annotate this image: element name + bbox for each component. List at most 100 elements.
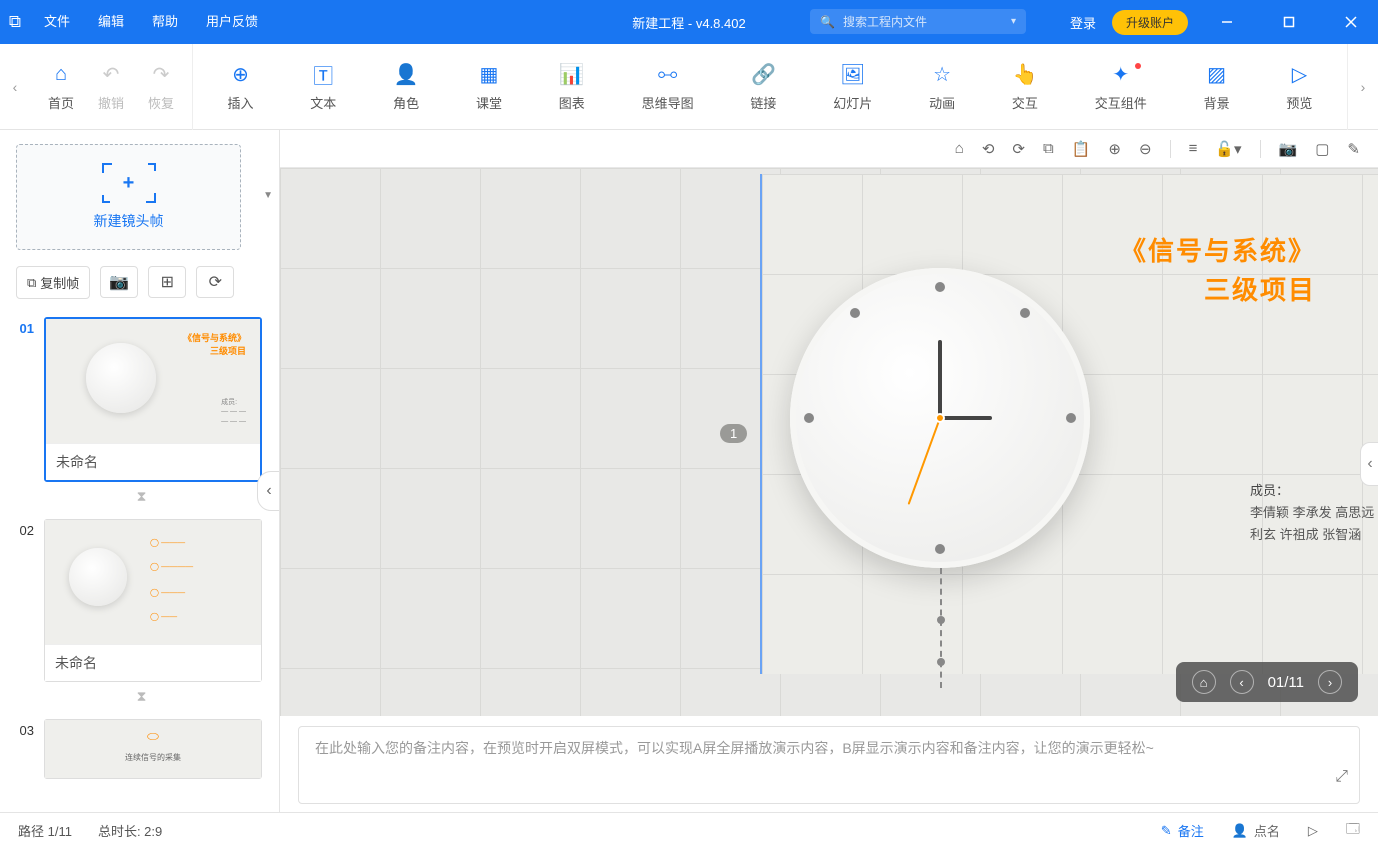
chart-icon: 📊 bbox=[559, 61, 585, 87]
notes-textarea[interactable]: 在此处输入您的备注内容，在预览时开启双屏模式，可以实现A屏全屏播放演示内容，B屏… bbox=[298, 726, 1360, 804]
keyframe-corners-icon: + bbox=[102, 163, 156, 203]
upgrade-button[interactable]: 升级账户 bbox=[1112, 10, 1188, 35]
slide-item-1[interactable]: 01 《信号与系统》三级项目 成员:— — —— — — 未命名 bbox=[16, 317, 267, 482]
tb-interact[interactable]: 👆交互 bbox=[1000, 61, 1050, 112]
menu-feedback[interactable]: 用户反馈 bbox=[192, 0, 272, 44]
menu-help[interactable]: 帮助 bbox=[138, 0, 192, 44]
slide-label: 未命名 bbox=[46, 443, 260, 480]
slides-list: 01 《信号与系统》三级项目 成员:— — —— — — 未命名 ⧗ 02 bbox=[16, 317, 267, 812]
sidebar-actions: ⧉复制帧 📷 ⊞ ⟳ bbox=[16, 266, 267, 299]
sidebar-collapse-button[interactable]: ‹ bbox=[257, 471, 280, 511]
notes-panel: 在此处输入您的备注内容，在预览时开启双屏模式，可以实现A屏全屏播放演示内容，B屏… bbox=[280, 716, 1378, 812]
status-roll-button[interactable]: 👤点名 bbox=[1232, 821, 1280, 840]
ct-copy-icon[interactable]: ⧉ bbox=[1043, 140, 1054, 157]
ct-paste-icon[interactable]: 📋 bbox=[1072, 140, 1091, 158]
search-icon: 🔍 bbox=[820, 15, 835, 29]
tb-class[interactable]: ▦课堂 bbox=[464, 61, 514, 112]
menu-file[interactable]: 文件 bbox=[30, 0, 84, 44]
copy-frame-button[interactable]: ⧉复制帧 bbox=[16, 266, 90, 299]
ct-redo2-icon[interactable]: ⟳ bbox=[1012, 140, 1025, 158]
path-line bbox=[940, 568, 942, 688]
status-path: 路径 1/11 bbox=[18, 821, 72, 840]
main-area: + 新建镜头帧 ▼ ⧉复制帧 📷 ⊞ ⟳ 01 《信号与系统》三级项目 成员:—… bbox=[0, 130, 1378, 812]
slideshow-icon: 🖼 bbox=[840, 61, 866, 87]
tb-chart[interactable]: 📊图表 bbox=[547, 61, 597, 112]
nav-prev-button[interactable]: ‹ bbox=[1230, 670, 1254, 694]
slide-num: 02 bbox=[16, 519, 34, 538]
toolbar-scroll-left[interactable]: ‹ bbox=[0, 44, 30, 130]
tb-preview[interactable]: ▷预览 bbox=[1274, 61, 1324, 112]
minimize-button[interactable] bbox=[1204, 0, 1250, 44]
status-notes-button[interactable]: ✎备注 bbox=[1161, 821, 1204, 840]
canvas-column: ⌂ ⟲ ⟳ ⧉ 📋 ⊕ ⊖ ≡ 🔓▾ 📷 ▢ ✎ bbox=[280, 130, 1378, 812]
link-icon: 🔗 bbox=[750, 61, 776, 87]
login-link[interactable]: 登录 bbox=[1070, 13, 1096, 32]
tb-bg[interactable]: ▨背景 bbox=[1192, 61, 1242, 112]
tb-anim[interactable]: ☆动画 bbox=[917, 61, 967, 112]
slide-thumb: ⬭ 连续信号的采集 bbox=[44, 719, 262, 779]
text-icon: 🅃 bbox=[310, 61, 336, 87]
camera-button[interactable]: 📷 bbox=[100, 266, 138, 298]
slide-label: 未命名 bbox=[45, 644, 261, 681]
tb-role[interactable]: 👤角色 bbox=[381, 61, 431, 112]
menu-edit[interactable]: 编辑 bbox=[84, 0, 138, 44]
canvas[interactable]: 《信号与系统》 三级项目 成员： 李倩颖 李承发 高思远 利玄 许祖成 张智涵 … bbox=[280, 168, 1378, 716]
maximize-button[interactable] bbox=[1266, 0, 1312, 44]
slide-title[interactable]: 《信号与系统》 三级项目 bbox=[1120, 232, 1316, 310]
canvas-nav: ⌂ ‹ 01/11 › bbox=[1176, 662, 1358, 702]
ct-align-icon[interactable]: ≡ bbox=[1189, 140, 1198, 157]
qr-button[interactable]: ⊞ bbox=[148, 266, 186, 298]
titlebar: ⧉ 文件 编辑 帮助 用户反馈 新建工程 - v4.8.402 🔍 搜索工程内文… bbox=[0, 0, 1378, 44]
slide-item-3[interactable]: 03 ⬭ 连续信号的采集 bbox=[16, 719, 267, 779]
new-keyframe-label: 新建镜头帧 bbox=[94, 211, 164, 231]
status-present-button[interactable]: 🗔 bbox=[1346, 820, 1360, 842]
redo-icon: ↷ bbox=[148, 61, 174, 87]
tb-mindmap[interactable]: ⧟思维导图 bbox=[630, 61, 706, 112]
mindmap-icon: ⧟ bbox=[655, 61, 681, 87]
path-index-badge[interactable]: 1 bbox=[720, 424, 747, 443]
components-icon: ✦ bbox=[1108, 61, 1134, 87]
tb-text[interactable]: 🅃文本 bbox=[298, 61, 348, 112]
ct-undo2-icon[interactable]: ⟲ bbox=[982, 140, 995, 158]
sidebar: + 新建镜头帧 ▼ ⧉复制帧 📷 ⊞ ⟳ 01 《信号与系统》三级项目 成员:—… bbox=[0, 130, 280, 812]
slide-item-2[interactable]: 02 ◯ ——— ◯ ———— ◯ ——— ◯ —— 未命名 bbox=[16, 519, 267, 682]
home-icon: ⌂ bbox=[48, 61, 74, 87]
nav-next-button[interactable]: › bbox=[1318, 670, 1342, 694]
clock-graphic[interactable] bbox=[790, 268, 1090, 568]
canvas-toolbar: ⌂ ⟲ ⟳ ⧉ 📋 ⊕ ⊖ ≡ 🔓▾ 📷 ▢ ✎ bbox=[280, 130, 1378, 168]
hourglass-icon: ⧗ bbox=[16, 488, 267, 505]
nav-home-button[interactable]: ⌂ bbox=[1192, 670, 1216, 694]
tb-link[interactable]: 🔗链接 bbox=[738, 61, 788, 112]
right-panel-toggle[interactable]: ‹ bbox=[1360, 442, 1378, 486]
ct-zoom-in-icon[interactable]: ⊕ bbox=[1108, 140, 1121, 158]
tb-components[interactable]: ✦交互组件 bbox=[1083, 61, 1159, 112]
ct-lock-icon[interactable]: 🔓▾ bbox=[1215, 140, 1241, 158]
main-menu: 文件 编辑 帮助 用户反馈 bbox=[30, 0, 272, 44]
toolbar-scroll-right[interactable]: › bbox=[1348, 44, 1378, 130]
slide-num: 03 bbox=[16, 719, 34, 738]
tb-insert[interactable]: ⊕插入 bbox=[215, 61, 265, 112]
tb-home[interactable]: ⌂首页 bbox=[36, 61, 86, 112]
new-keyframe-button[interactable]: + 新建镜头帧 bbox=[16, 144, 241, 250]
search-input[interactable]: 🔍 搜索工程内文件 bbox=[810, 9, 1026, 34]
keyframe-dropdown[interactable]: ▼ bbox=[263, 190, 273, 201]
tb-slideshow[interactable]: 🖼幻灯片 bbox=[821, 61, 884, 112]
ct-fit-icon[interactable]: ▢ bbox=[1315, 140, 1329, 158]
interact-icon: 👆 bbox=[1012, 61, 1038, 87]
close-button[interactable] bbox=[1328, 0, 1374, 44]
preview-icon: ▷ bbox=[1286, 61, 1312, 87]
person-icon: 👤 bbox=[1232, 823, 1248, 839]
undo-icon: ↶ bbox=[98, 61, 124, 87]
path-button[interactable]: ⟳ bbox=[196, 266, 234, 298]
document-title: 新建工程 - v4.8.402 bbox=[632, 13, 745, 32]
ct-home-icon[interactable]: ⌂ bbox=[955, 140, 964, 157]
notify-dot bbox=[1135, 63, 1141, 69]
status-play-button[interactable]: ▷ bbox=[1308, 823, 1318, 839]
members-text[interactable]: 成员： 李倩颖 李承发 高思远 利玄 许祖成 张智涵 bbox=[1250, 480, 1374, 546]
notes-expand-icon[interactable]: ⤢ bbox=[1335, 768, 1348, 786]
tb-redo[interactable]: ↷恢复 bbox=[136, 61, 186, 112]
ct-edit-icon[interactable]: ✎ bbox=[1347, 140, 1360, 158]
ct-zoom-out-icon[interactable]: ⊖ bbox=[1139, 140, 1152, 158]
ct-camera-icon[interactable]: 📷 bbox=[1279, 140, 1298, 158]
tb-undo[interactable]: ↶撤销 bbox=[86, 61, 136, 112]
